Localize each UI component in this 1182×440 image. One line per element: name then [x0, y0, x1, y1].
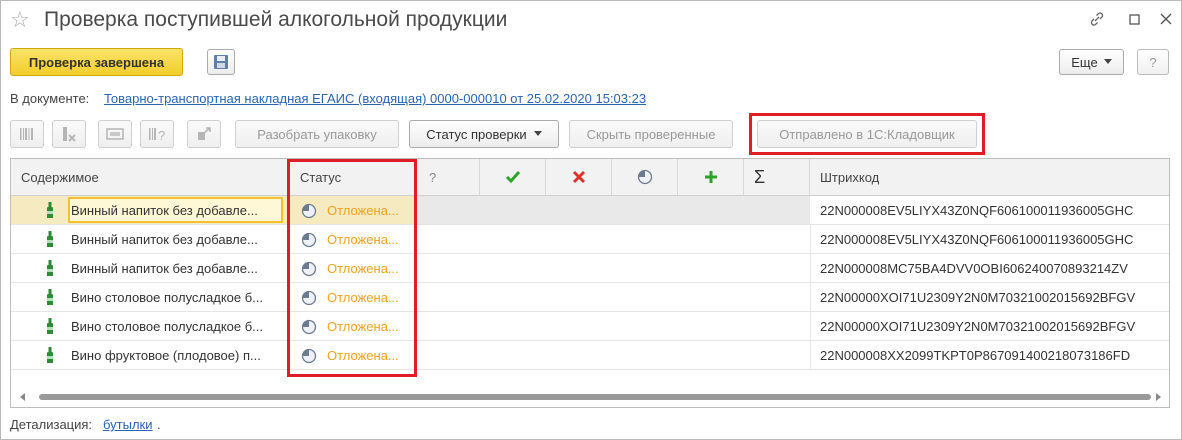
- horizontal-scrollbar[interactable]: [11, 388, 1169, 406]
- row-content: Винный напиток без добавле...: [71, 202, 258, 218]
- column-question-header[interactable]: ?: [417, 159, 480, 195]
- row-barcode: 22N000008EV5LIYX43Z0NQF606100011936005GH…: [820, 231, 1134, 247]
- plus-icon: [704, 171, 717, 183]
- bottle-scan-button[interactable]: [52, 120, 86, 148]
- scroll-right-icon[interactable]: [1156, 393, 1162, 401]
- sum-icon[interactable]: Σ: [744, 159, 810, 195]
- checkmark-icon: [505, 171, 520, 184]
- scrollbar-thumb[interactable]: [39, 394, 1151, 400]
- bottle-scan-icon: [63, 127, 76, 142]
- row-barcode: 22N000008MC75BA4DVV0OBI606240070893214ZV: [820, 260, 1128, 276]
- row-content: Вино столовое полусладкое б...: [71, 289, 264, 305]
- check-status-label: Статус проверки: [426, 126, 527, 142]
- maximize-icon[interactable]: [1128, 10, 1142, 33]
- move-button[interactable]: [187, 120, 221, 148]
- column-content-header[interactable]: Содержимое: [11, 159, 290, 195]
- table-row[interactable]: Винный напиток без добавле... Отложена..…: [11, 225, 1169, 254]
- detail-bottles-link[interactable]: бутылки: [103, 417, 153, 432]
- more-label: Еще: [1071, 54, 1098, 70]
- bottle-icon: [47, 202, 53, 218]
- dropdown-arrow-icon: [1103, 59, 1112, 64]
- excise-stamp-button[interactable]: [98, 120, 132, 148]
- row-content: Вино столовое полусладкое б...: [71, 318, 264, 334]
- table-row[interactable]: Винный напиток без добавле... Отложена..…: [11, 196, 1169, 225]
- barcode-icon: [20, 128, 33, 140]
- dropdown-arrow-icon: [533, 131, 542, 136]
- products-table: Содержимое Статус ? Σ Штрихкод Винный на…: [10, 158, 1170, 408]
- highlight-frame-status: [287, 159, 417, 377]
- cross-icon: [572, 170, 585, 184]
- help-button[interactable]: ?: [1137, 49, 1169, 75]
- scroll-left-icon[interactable]: [19, 393, 25, 401]
- more-button[interactable]: Еще: [1059, 49, 1124, 75]
- document-link[interactable]: Товарно-транспортная накладная ЕГАИС (вх…: [104, 91, 646, 106]
- barcode-question-icon: ?: [149, 128, 165, 142]
- unknown-barcode-button[interactable]: ?: [140, 120, 174, 148]
- highlight-frame-button: [749, 113, 985, 155]
- stamp-icon: [106, 128, 124, 140]
- column-barcode-header[interactable]: Штрихкод: [810, 159, 1169, 195]
- row-barcode: 22N000008XX2099TKPT0P867091400218073186F…: [820, 347, 1131, 363]
- check-status-button[interactable]: Статус проверки: [409, 120, 559, 148]
- row-content: Винный напиток без добавле...: [71, 260, 258, 276]
- pie-clock-icon: [637, 169, 652, 185]
- favorite-star-icon[interactable]: ☆: [10, 9, 30, 31]
- link-icon[interactable]: [1088, 10, 1106, 33]
- floppy-icon: [214, 55, 228, 69]
- close-icon[interactable]: [1159, 10, 1173, 33]
- column-added-header[interactable]: [678, 159, 744, 195]
- detail-suffix: .: [157, 417, 161, 432]
- scan-barcode-button[interactable]: [10, 120, 44, 148]
- row-barcode: 22N000008EV5LIYX43Z0NQF606100011936005GH…: [810, 196, 1169, 224]
- finish-check-button[interactable]: Проверка завершена: [10, 48, 183, 76]
- detail-label: Детализация:: [10, 417, 93, 432]
- column-accepted-header[interactable]: [480, 159, 546, 195]
- unpack-button[interactable]: Разобрать упаковку: [235, 120, 399, 148]
- bottle-icon: [47, 318, 53, 334]
- column-postponed-header[interactable]: [612, 159, 678, 195]
- save-button[interactable]: [207, 49, 235, 75]
- bottle-icon: [47, 289, 53, 305]
- page-title: Проверка поступившей алкогольной продукц…: [44, 8, 508, 31]
- column-rejected-header[interactable]: [546, 159, 612, 195]
- table-row[interactable]: Вино столовое полусладкое б... Отложена.…: [11, 283, 1169, 312]
- hide-checked-button[interactable]: Скрыть проверенные: [569, 120, 733, 148]
- row-barcode: 22N00000XOI71U2309Y2N0M70321002015692BFG…: [820, 318, 1136, 334]
- arrow-move-icon: [198, 127, 211, 140]
- bottle-icon: [47, 231, 53, 247]
- bottle-icon: [47, 260, 53, 276]
- svg-text:?: ?: [158, 128, 165, 142]
- row-content: Вино фруктовое (плодовое) п...: [71, 347, 261, 363]
- table-row[interactable]: Вино фруктовое (плодовое) п... Отложена.…: [11, 341, 1169, 370]
- table-row[interactable]: Вино столовое полусладкое б... Отложена.…: [11, 312, 1169, 341]
- bottle-icon: [47, 347, 53, 363]
- row-barcode: 22N00000XOI71U2309Y2N0M70321002015692BFG…: [820, 289, 1136, 305]
- table-row[interactable]: Винный напиток без добавле... Отложена..…: [11, 254, 1169, 283]
- row-content: Винный напиток без добавле...: [71, 231, 258, 247]
- document-label: В документе:: [10, 91, 90, 106]
- table-header: Содержимое Статус ? Σ Штрихкод: [11, 159, 1169, 196]
